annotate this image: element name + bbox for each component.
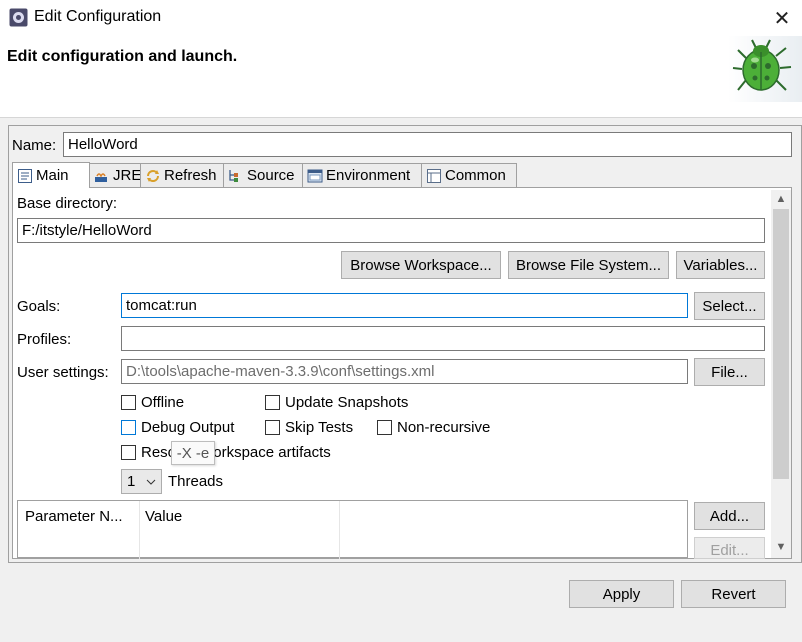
- goals-label: Goals:: [17, 298, 61, 315]
- tab-refresh[interactable]: Refresh: [140, 163, 224, 187]
- window-title: Edit Configuration: [34, 8, 162, 25]
- user-settings-input[interactable]: D:\tools\apache-maven-3.3.9\conf\setting…: [121, 359, 688, 384]
- threads-combo[interactable]: 1: [121, 469, 162, 494]
- browse-workspace-button[interactable]: Browse Workspace...: [341, 251, 501, 279]
- tab-jre[interactable]: JRE: [89, 163, 141, 187]
- debug-flags-tooltip: -X -e: [171, 441, 215, 465]
- base-directory-label: Base directory:: [17, 195, 118, 212]
- jre-icon: [95, 172, 107, 182]
- environment-icon: [307, 169, 323, 182]
- common-icon: [427, 168, 441, 183]
- apply-button[interactable]: Apply: [569, 580, 674, 608]
- eclipse-config-icon: [9, 8, 28, 27]
- column-header-value[interactable]: Value: [145, 508, 182, 525]
- close-button[interactable]: ✕: [768, 4, 796, 32]
- column-header-parameter-name[interactable]: Parameter N...: [25, 508, 123, 525]
- main-tab-icon: [18, 168, 32, 183]
- header-title: Edit configuration and launch.: [7, 48, 238, 65]
- tab-common-label: Common: [445, 167, 506, 184]
- name-input[interactable]: HelloWord: [63, 132, 792, 157]
- checkbox-box: [121, 395, 136, 410]
- threads-value: 1: [127, 473, 136, 490]
- tab-jre-label: JRE: [113, 167, 142, 184]
- checkbox-box: [265, 420, 280, 435]
- name-label: Name:: [12, 137, 57, 154]
- select-goals-button[interactable]: Select...: [694, 292, 765, 320]
- tab-environment[interactable]: Environment: [302, 163, 422, 187]
- parameters-table[interactable]: Parameter N... Value: [17, 500, 688, 559]
- non-recursive-label: Non-recursive: [397, 419, 491, 436]
- debug-output-label: Debug Output: [141, 419, 235, 436]
- non-recursive-checkbox[interactable]: Non-recursive: [377, 419, 490, 436]
- column-divider: [339, 501, 340, 559]
- tab-source[interactable]: Source: [223, 163, 303, 187]
- base-directory-input[interactable]: F:/itstyle/HelloWord: [17, 218, 765, 243]
- resolve-workspace-label: Resolve Workspace artifacts: [141, 444, 331, 461]
- scroll-down-icon[interactable]: ▼: [771, 538, 791, 556]
- scrollbar-thumb[interactable]: [773, 209, 789, 479]
- tab-main[interactable]: Main: [12, 162, 90, 188]
- tab-refresh-label: Refresh: [164, 167, 217, 184]
- goals-input[interactable]: tomcat:run: [121, 293, 688, 318]
- close-icon: ✕: [773, 7, 791, 30]
- tab-source-label: Source: [247, 167, 295, 184]
- edit-parameter-button[interactable]: Edit...: [694, 537, 765, 559]
- add-parameter-button[interactable]: Add...: [694, 502, 765, 530]
- update-snapshots-label: Update Snapshots: [285, 394, 409, 411]
- tab-common[interactable]: Common: [421, 163, 517, 187]
- scroll-up-icon[interactable]: ▲: [771, 190, 791, 208]
- checkbox-box: [121, 420, 136, 435]
- bug-icon: [728, 36, 802, 102]
- user-settings-file-button[interactable]: File...: [694, 358, 765, 386]
- update-snapshots-checkbox[interactable]: Update Snapshots: [265, 394, 408, 411]
- threads-label: Threads: [168, 473, 224, 490]
- checkbox-box: [121, 445, 136, 460]
- tab-environment-label: Environment: [326, 167, 411, 184]
- revert-button[interactable]: Revert: [681, 580, 786, 608]
- user-settings-label: User settings:: [17, 364, 109, 381]
- refresh-icon: [147, 169, 159, 182]
- source-icon: [229, 169, 238, 182]
- column-divider: [139, 501, 140, 559]
- offline-checkbox[interactable]: Offline: [121, 394, 184, 411]
- skip-tests-label: Skip Tests: [285, 419, 354, 436]
- tab-main-label: Main: [36, 167, 69, 184]
- checkbox-box: [377, 420, 392, 435]
- debug-output-checkbox[interactable]: Debug Output: [121, 419, 234, 436]
- profiles-label: Profiles:: [17, 331, 72, 348]
- checkbox-box: [265, 395, 280, 410]
- variables-button[interactable]: Variables...: [676, 251, 765, 279]
- resolve-workspace-checkbox[interactable]: Resolve Workspace artifacts: [121, 444, 331, 461]
- offline-label: Offline: [141, 394, 185, 411]
- browse-file-system-button[interactable]: Browse File System...: [508, 251, 669, 279]
- chevron-down-icon: [146, 479, 156, 485]
- skip-tests-checkbox[interactable]: Skip Tests: [265, 419, 353, 436]
- profiles-input[interactable]: [121, 326, 765, 351]
